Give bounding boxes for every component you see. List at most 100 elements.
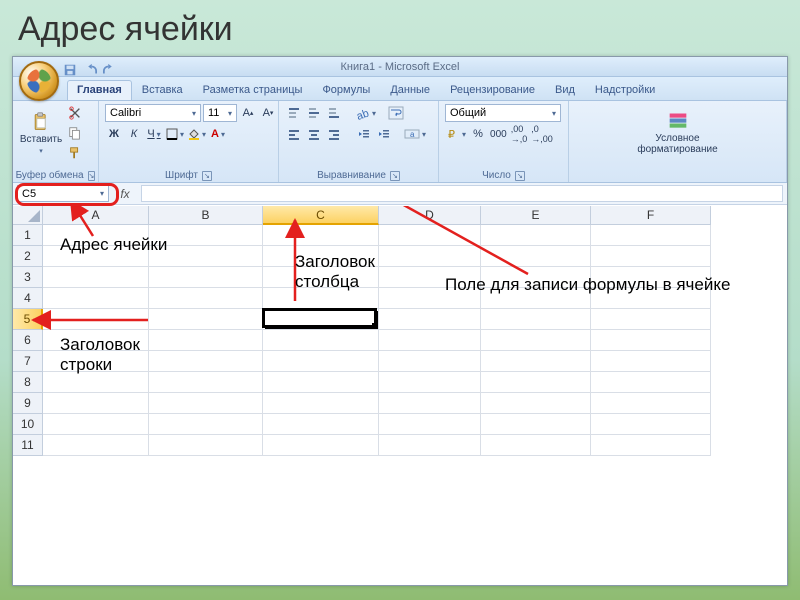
cell-A10[interactable] <box>43 414 149 435</box>
cell-B1[interactable] <box>149 225 263 246</box>
copy-button[interactable] <box>66 124 84 142</box>
font-dialog-launcher[interactable]: ↘ <box>202 171 212 181</box>
row-header-6[interactable]: 6 <box>13 330 43 351</box>
column-headers[interactable]: ABCDEF <box>43 206 787 225</box>
row-header-10[interactable]: 10 <box>13 414 43 435</box>
cell-F5[interactable] <box>591 309 711 330</box>
cell-E5[interactable] <box>481 309 591 330</box>
cell-E9[interactable] <box>481 393 591 414</box>
row-header-1[interactable]: 1 <box>13 225 43 246</box>
cell-C2[interactable] <box>263 246 379 267</box>
paste-button[interactable]: Вставить ▾ <box>19 104 63 162</box>
clipboard-dialog-launcher[interactable]: ↘ <box>88 171 96 181</box>
cell-E7[interactable] <box>481 351 591 372</box>
cell-E6[interactable] <box>481 330 591 351</box>
cell-D5[interactable] <box>379 309 481 330</box>
align-right-button[interactable] <box>325 125 343 143</box>
cell-F7[interactable] <box>591 351 711 372</box>
row-header-8[interactable]: 8 <box>13 372 43 393</box>
grow-font-button[interactable]: A▴ <box>239 104 257 122</box>
cell-F1[interactable] <box>591 225 711 246</box>
cell-E4[interactable] <box>481 288 591 309</box>
cell-B3[interactable] <box>149 267 263 288</box>
font-color-button[interactable]: A <box>209 125 227 143</box>
cell-E11[interactable] <box>481 435 591 456</box>
formula-input[interactable] <box>141 185 783 202</box>
col-header-D[interactable]: D <box>379 206 481 225</box>
align-dialog-launcher[interactable]: ↘ <box>390 171 400 181</box>
increase-indent-button[interactable] <box>375 125 393 143</box>
cell-B10[interactable] <box>149 414 263 435</box>
row-header-4[interactable]: 4 <box>13 288 43 309</box>
cell-A5[interactable] <box>43 309 149 330</box>
comma-button[interactable]: 000 <box>489 125 508 143</box>
tab-4[interactable]: Данные <box>380 80 440 100</box>
cell-A4[interactable] <box>43 288 149 309</box>
align-top-button[interactable] <box>285 104 303 122</box>
number-format-combo[interactable]: Общий <box>445 104 561 122</box>
row-header-9[interactable]: 9 <box>13 393 43 414</box>
row-header-11[interactable]: 11 <box>13 435 43 456</box>
col-header-F[interactable]: F <box>591 206 711 225</box>
cell-D4[interactable] <box>379 288 481 309</box>
save-icon[interactable] <box>63 63 77 77</box>
cell-C3[interactable] <box>263 267 379 288</box>
spreadsheet[interactable]: ABCDEF 1234567891011 <box>13 206 787 585</box>
border-button[interactable] <box>165 125 185 143</box>
orientation-button[interactable]: ab <box>355 104 377 122</box>
cell-B11[interactable] <box>149 435 263 456</box>
cell-D10[interactable] <box>379 414 481 435</box>
col-header-B[interactable]: B <box>149 206 263 225</box>
cell-F10[interactable] <box>591 414 711 435</box>
cell-C10[interactable] <box>263 414 379 435</box>
office-button[interactable] <box>19 61 59 101</box>
cell-A7[interactable] <box>43 351 149 372</box>
cell-E3[interactable] <box>481 267 591 288</box>
cell-B7[interactable] <box>149 351 263 372</box>
cell-E2[interactable] <box>481 246 591 267</box>
col-header-A[interactable]: A <box>43 206 149 225</box>
cell-F4[interactable] <box>591 288 711 309</box>
cell-C8[interactable] <box>263 372 379 393</box>
cell-grid[interactable] <box>43 225 787 585</box>
cell-C11[interactable] <box>263 435 379 456</box>
row-header-3[interactable]: 3 <box>13 267 43 288</box>
col-header-C[interactable]: C <box>263 206 379 225</box>
cell-B9[interactable] <box>149 393 263 414</box>
cell-B8[interactable] <box>149 372 263 393</box>
shrink-font-button[interactable]: A▾ <box>259 104 277 122</box>
row-header-5[interactable]: 5 <box>13 309 43 330</box>
cell-D6[interactable] <box>379 330 481 351</box>
cell-D2[interactable] <box>379 246 481 267</box>
cell-D11[interactable] <box>379 435 481 456</box>
font-face-combo[interactable]: Calibri <box>105 104 201 122</box>
fill-color-button[interactable] <box>187 125 207 143</box>
cell-D1[interactable] <box>379 225 481 246</box>
tab-5[interactable]: Рецензирование <box>440 80 545 100</box>
tab-6[interactable]: Вид <box>545 80 585 100</box>
cell-F8[interactable] <box>591 372 711 393</box>
cell-C1[interactable] <box>263 225 379 246</box>
format-painter-button[interactable] <box>66 144 84 162</box>
cell-C4[interactable] <box>263 288 379 309</box>
cell-F9[interactable] <box>591 393 711 414</box>
align-center-button[interactable] <box>305 125 323 143</box>
undo-icon[interactable] <box>83 63 97 77</box>
font-size-combo[interactable]: 11 <box>203 104 237 122</box>
cell-A9[interactable] <box>43 393 149 414</box>
cell-A3[interactable] <box>43 267 149 288</box>
cell-C6[interactable] <box>263 330 379 351</box>
select-all-corner[interactable] <box>13 206 43 225</box>
number-dialog-launcher[interactable]: ↘ <box>515 171 525 181</box>
cell-D9[interactable] <box>379 393 481 414</box>
row-header-2[interactable]: 2 <box>13 246 43 267</box>
cell-E10[interactable] <box>481 414 591 435</box>
cell-E8[interactable] <box>481 372 591 393</box>
cell-F2[interactable] <box>591 246 711 267</box>
tab-1[interactable]: Вставка <box>132 80 193 100</box>
cell-A2[interactable] <box>43 246 149 267</box>
tab-3[interactable]: Формулы <box>312 80 380 100</box>
wrap-text-button[interactable] <box>387 104 405 122</box>
tab-0[interactable]: Главная <box>67 80 132 100</box>
cell-F6[interactable] <box>591 330 711 351</box>
